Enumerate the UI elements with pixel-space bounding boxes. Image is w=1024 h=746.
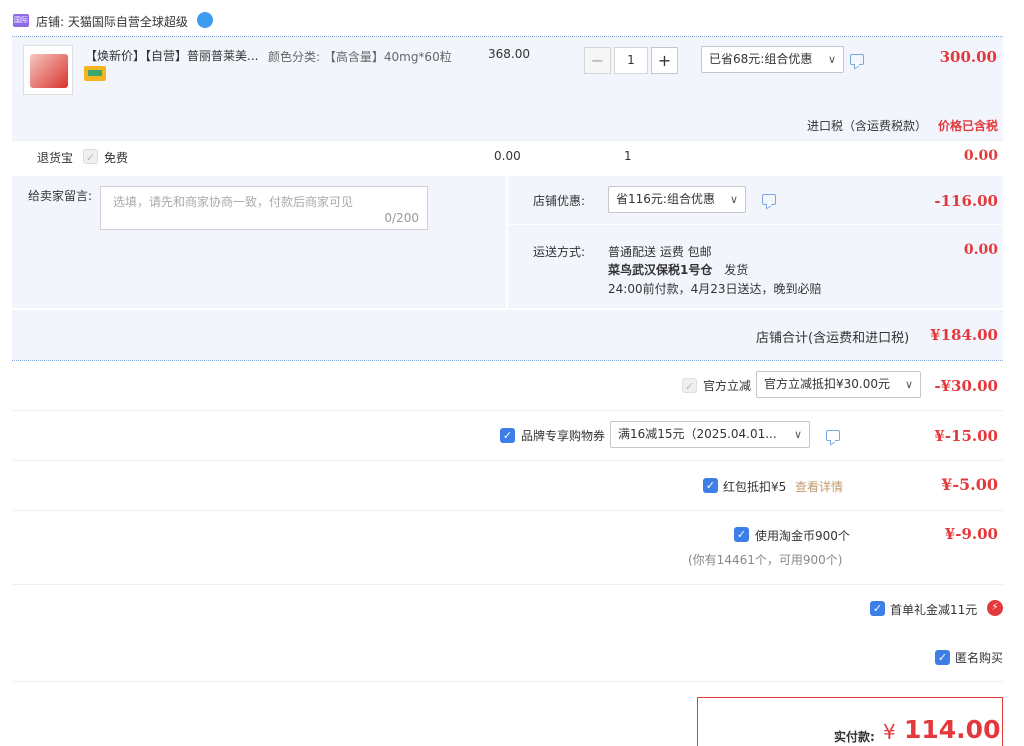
qty-input[interactable]: 1 [614,47,648,74]
chevron-down-icon: ∨ [729,193,738,206]
panel-divider [508,224,1003,225]
red-packet-label: 红包抵扣¥5 [723,480,787,494]
first-gift-checkbox[interactable]: ✓ [870,601,885,616]
brand-coupon-label: 品牌专享购物券 [521,429,606,443]
taojinbi-note: (你有14461个，可用900个) [688,553,843,567]
shop-total-value: ¥184.00 [930,326,998,344]
chevron-down-icon: ∨ [827,53,836,66]
shop-prefix: 店铺: [36,15,65,29]
product-unit-price: 368.00 [488,47,530,61]
chat-bubble-icon[interactable] [197,12,213,28]
payment-label: 实付款: [834,730,875,744]
divider [12,36,1003,37]
message-icon[interactable] [850,54,864,65]
return-insurance-total: 0.00 [963,148,998,164]
product-title-link[interactable]: 【焕新价】【自营】普丽普莱美... [85,47,265,64]
seller-message-counter: 0/200 [384,211,419,225]
divider [12,410,1003,411]
official-discount-value: -¥30.00 [934,377,998,395]
shop-discount-value: -116.00 [934,192,998,210]
seller-message-placeholder: 选填，请先和商家协商一致，付款后商家可见 [113,195,354,209]
message-icon[interactable] [826,430,840,441]
qty-minus-button[interactable]: − [584,47,611,74]
import-tax-value: 价格已含税 [937,119,998,133]
divider [12,460,1003,461]
shipping-value: 0.00 [963,242,998,258]
divider [12,140,1003,141]
red-packet-checkbox[interactable]: ✓ [703,478,718,493]
official-discount-checkbox[interactable]: ✓ [682,378,697,393]
shipping-label: 运送方式: [533,245,586,259]
item-subtotal: 300.00 [939,48,997,66]
payment-amount: 114.00 [904,715,1001,744]
return-insurance-free: 免费 [104,151,129,165]
return-insurance-qty: 1 [624,149,632,163]
divider [12,584,1003,585]
red-packet-value: ¥-5.00 [941,475,998,494]
seller-message-input[interactable]: 选填，请先和商家协商一致，付款后商家可见 0/200 [100,186,428,230]
red-packet-detail-link[interactable]: 查看详情 [795,478,843,495]
anonymous-checkbox[interactable]: ✓ [935,650,950,665]
product-sku: 颜色分类: 【高含量】40mg*60粒 [268,50,452,64]
shop-logo-icon: 国际 [13,14,29,27]
payment-currency: ¥ [883,720,896,744]
qty-plus-button[interactable]: + [651,47,678,74]
product-thumbnail[interactable] [23,45,73,95]
return-insurance-price: 0.00 [494,149,521,163]
shipping-ship: 发货 [724,263,749,277]
return-insurance-label: 退货宝 [37,151,74,165]
shop-discount-select[interactable]: 省116元:组合优惠 ∨ [608,186,746,213]
brand-coupon-checkbox[interactable]: ✓ [500,428,515,443]
item-promo-select[interactable]: 已省68元:组合优惠 ∨ [701,46,844,73]
shipping-warehouse: 菜鸟武汉保税1号仓 [608,263,713,277]
lightning-icon: ⚡ [987,600,1003,616]
shop-label: 店铺: 天猫国际自营全球超级 [36,13,188,30]
message-icon[interactable] [762,194,776,205]
taojinbi-label: 使用淘金币900个 [755,529,850,543]
shop-name-link[interactable]: 天猫国际自营全球超级 [68,15,188,29]
return-insurance-checkbox[interactable]: ✓ [83,149,98,164]
divider [12,360,1003,361]
payment-box: 实付款: ¥ 114.00 [697,697,1003,746]
shop-total-label: 店铺合计(含运费和进口税) [756,331,910,346]
shipping-line2: 菜鸟武汉保税1号仓 发货 [608,261,748,278]
brand-coupon-value: ¥-15.00 [934,427,998,445]
card-badge-icon [84,66,106,81]
brand-coupon-select[interactable]: 满16减15元（2025.04.01... ∨ [610,421,810,448]
taojinbi-value: ¥-9.00 [944,525,998,543]
official-discount-label: 官方立减 [703,379,752,393]
divider [12,681,1003,682]
shipping-line3: 24:00前付款，4月23日送达，晚到必赔 [608,282,822,296]
chevron-down-icon: ∨ [793,428,802,441]
official-discount-select[interactable]: 官方立减抵扣¥30.00元 ∨ [756,371,921,398]
shop-discount-label: 店铺优惠: [533,194,586,208]
divider [12,510,1003,511]
anonymous-label: 匿名购买 [955,651,1004,665]
shipping-line1: 普通配送 运费 包邮 [608,245,712,259]
taojinbi-checkbox[interactable]: ✓ [734,527,749,542]
first-gift-label: 首单礼金减11元 [890,603,978,617]
chevron-down-icon: ∨ [904,378,913,391]
seller-message-label: 给卖家留言: [28,189,93,203]
import-tax-label: 进口税（含运费税款） [807,119,928,133]
